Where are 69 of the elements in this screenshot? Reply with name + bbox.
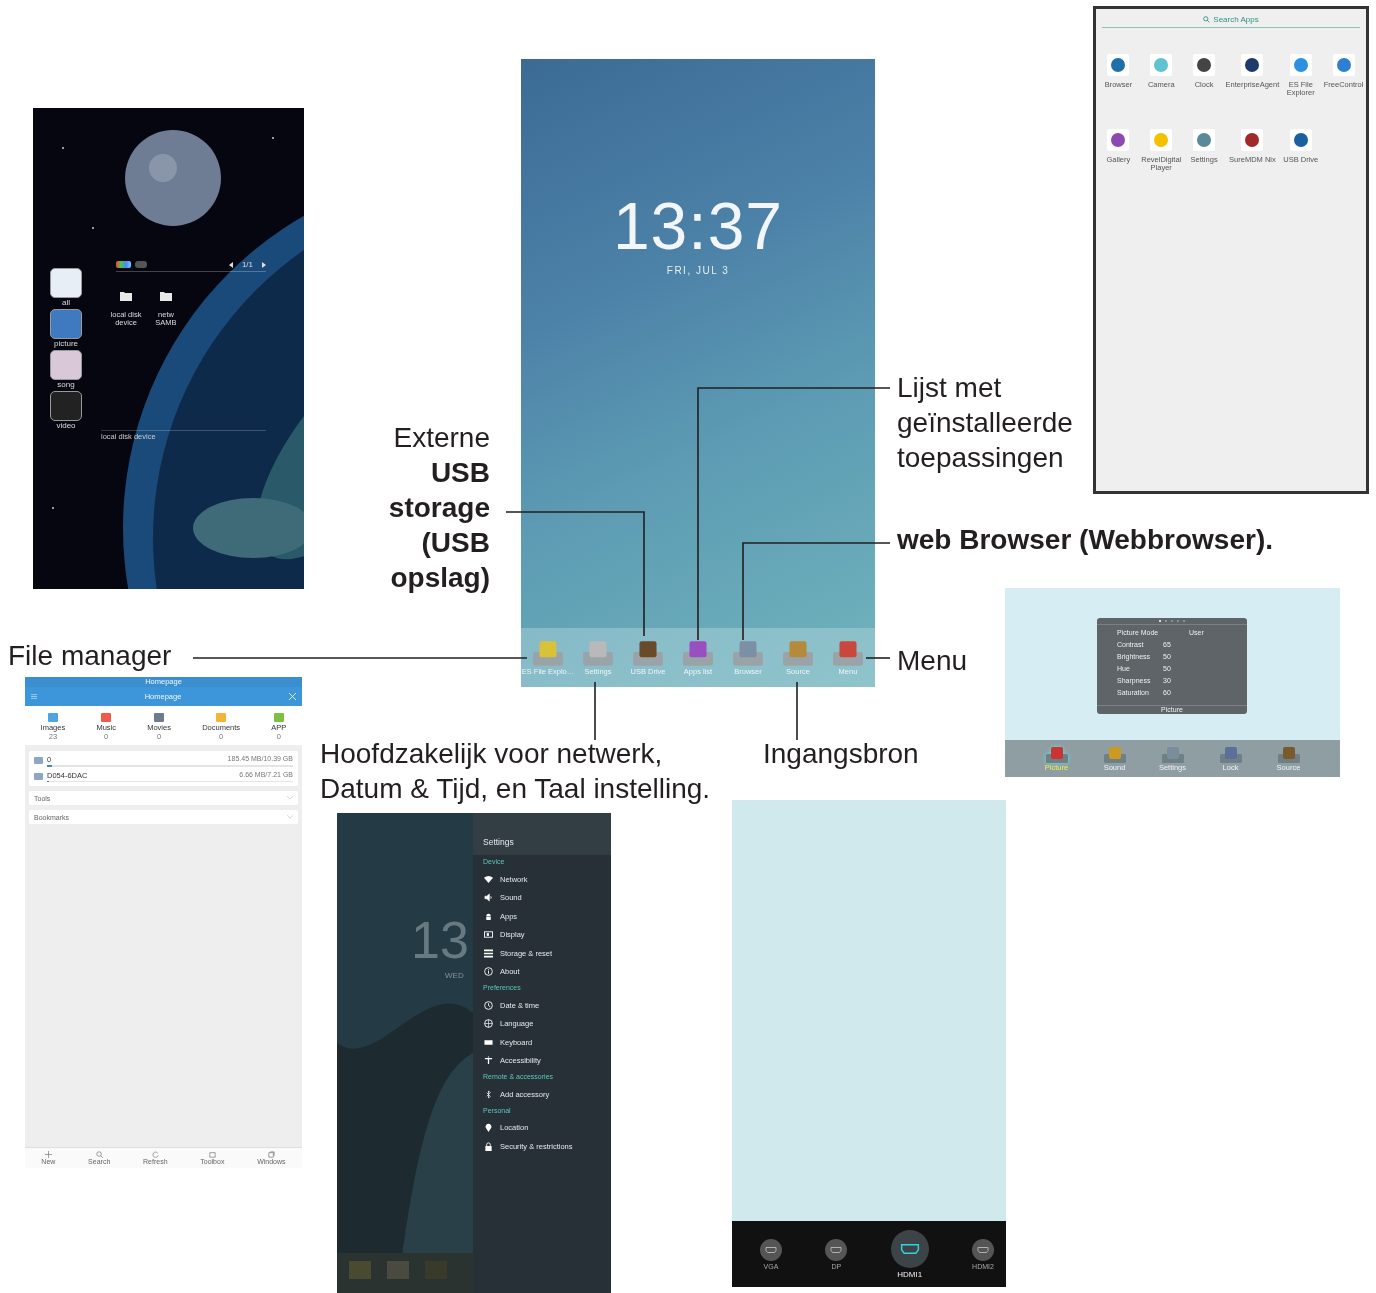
settings-item-icon: [484, 874, 493, 884]
chevron-icon: [287, 815, 293, 819]
settings-item-icon: [484, 1089, 493, 1099]
folder-icon[interactable]: [160, 291, 172, 301]
settings-item-icon: [484, 1056, 493, 1066]
settings-item-icon: [484, 948, 493, 958]
category-icon[interactable]: [50, 391, 82, 421]
category-label[interactable]: all: [62, 298, 70, 308]
app-icon[interactable]: [1289, 129, 1312, 151]
app-icon[interactable]: [1241, 129, 1264, 151]
category-icon[interactable]: [50, 309, 82, 339]
category-label[interactable]: picture: [54, 339, 78, 349]
page-indicator: 1/1: [240, 260, 254, 269]
toolbar-icon: [44, 1150, 52, 1158]
previous-arrow-icon[interactable]: [228, 261, 233, 268]
callout-label: Menu: [897, 644, 968, 678]
category-icon[interactable]: [50, 268, 82, 298]
menu-tab-icon: [1102, 745, 1127, 764]
leader-line: [796, 681, 798, 741]
category-label[interactable]: video: [56, 421, 76, 431]
menu-tab-icon: [1276, 745, 1301, 764]
toolbar-icon: [208, 1150, 216, 1158]
callout-label: Ingangsbron: [763, 737, 919, 771]
callout-label: Lijst met geïnstalleerde toepassingen: [897, 371, 1074, 475]
app-icon[interactable]: [1193, 54, 1216, 76]
leader-line: [865, 657, 891, 659]
app-icon[interactable]: [1107, 129, 1130, 151]
clock-time: 13:37: [612, 189, 784, 263]
category-icon[interactable]: [50, 350, 82, 380]
settings-item-icon: [484, 1037, 493, 1047]
settings-item-icon: [484, 930, 493, 940]
toolbar-icon: [267, 1150, 275, 1158]
clock-date: WED: [445, 971, 464, 980]
grid-view-icon[interactable]: [116, 261, 131, 268]
category-label[interactable]: song: [57, 380, 75, 390]
leader-line: [594, 681, 596, 741]
chevron-icon: [287, 796, 293, 800]
settings-item-icon: [484, 1141, 493, 1151]
close-icon[interactable]: [289, 693, 296, 700]
search-icon: [95, 1150, 103, 1158]
search-icon: [1203, 16, 1211, 23]
source-button[interactable]: HDMI1: [890, 1229, 929, 1279]
panel-title: Settings: [483, 837, 514, 847]
folder-icon[interactable]: [120, 291, 132, 301]
menu-tab-icon: [1044, 745, 1069, 764]
back-icon[interactable]: [135, 261, 147, 268]
port-icon: [890, 1229, 929, 1268]
clock-time: 13: [411, 910, 469, 970]
settings-item-icon: [484, 967, 493, 977]
settings-item-icon: [484, 1123, 493, 1133]
callout-label: Hoofdzakelijk voor netwerk, Datum & Tijd, en Taal instelling.: [320, 737, 712, 806]
next-arrow-icon[interactable]: [262, 261, 266, 268]
settings-item-icon: [484, 893, 493, 903]
menu-tab-icon: [1218, 745, 1243, 764]
toolbar-icon: [151, 1150, 159, 1158]
settings-item-icon: [484, 1000, 493, 1010]
callout-label: File manager: [8, 639, 172, 673]
search-field[interactable]: Search Apps: [1102, 15, 1360, 28]
menu-tab-icon: [1160, 745, 1185, 764]
port-icon: [760, 1238, 782, 1261]
callout-label: Externe USB storage (USB opslag): [387, 421, 490, 595]
callout-label: web Browser (Webbrowser).: [897, 523, 1273, 557]
settings-item-icon: [484, 911, 493, 921]
port-icon: [972, 1238, 994, 1261]
clock-date: FRI, JUL 3: [666, 265, 730, 276]
port-icon: [825, 1238, 848, 1261]
app-icon[interactable]: [1241, 54, 1264, 76]
settings-item-icon: [484, 1019, 493, 1029]
app-icon[interactable]: [1107, 54, 1130, 76]
